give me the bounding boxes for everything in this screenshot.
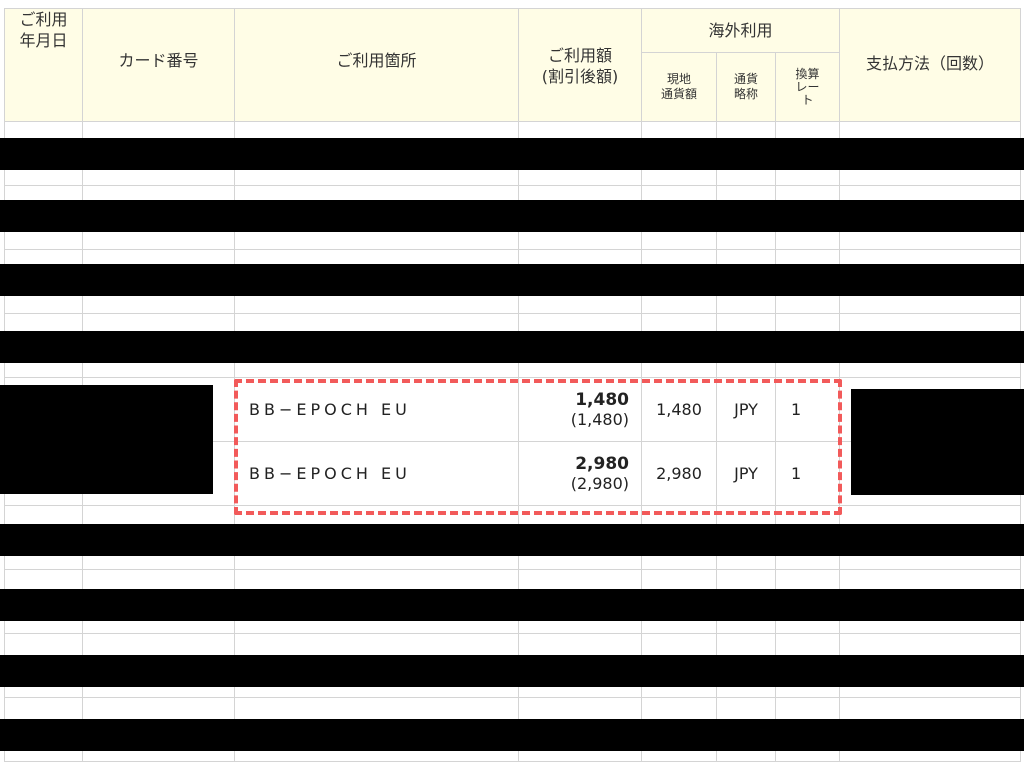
header-amount-label: ご利用額 (割引後額) <box>541 46 619 86</box>
header-overseas: 海外利用 <box>641 8 840 53</box>
header-merchant: ご利用箇所 <box>234 8 519 122</box>
header-rate: 換算 レー ト <box>775 52 840 122</box>
header-card-number: カード番号 <box>82 8 235 122</box>
highlight-annotation <box>234 379 842 515</box>
redaction-bar <box>0 589 1024 621</box>
header-merchant-label: ご利用箇所 <box>336 51 417 70</box>
redaction-bar <box>0 200 1024 232</box>
header-amount: ご利用額 (割引後額) <box>518 8 642 122</box>
header-currency: 通貨 略称 <box>716 52 776 122</box>
header-local-amount: 現地 通貨額 <box>641 52 717 122</box>
header-rate-label: 換算 レー ト <box>795 66 820 107</box>
redaction-bar <box>0 138 1024 170</box>
table-header: ご利用 年月日 カード番号 ご利用箇所 ご利用額 (割引後額) 海外利用 支払方… <box>4 8 1021 122</box>
redaction-bar <box>0 331 1024 363</box>
redaction-bar <box>0 524 1024 556</box>
redaction-bar <box>0 655 1024 687</box>
header-overseas-label: 海外利用 <box>708 20 773 40</box>
header-card-number-label: カード番号 <box>118 51 199 70</box>
header-payment-method-label: 支払方法（回数） <box>865 54 994 73</box>
header-local-amount-label: 現地 通貨額 <box>660 72 697 101</box>
header-date: ご利用 年月日 <box>4 8 83 122</box>
redaction-bar <box>0 719 1024 751</box>
redaction-block-left <box>0 385 213 494</box>
redaction-bar <box>0 264 1024 296</box>
header-date-label: ご利用 年月日 <box>19 10 68 50</box>
header-currency-label: 通貨 略称 <box>733 72 758 101</box>
redaction-block-right <box>851 389 1024 495</box>
header-payment-method: 支払方法（回数） <box>839 8 1021 122</box>
